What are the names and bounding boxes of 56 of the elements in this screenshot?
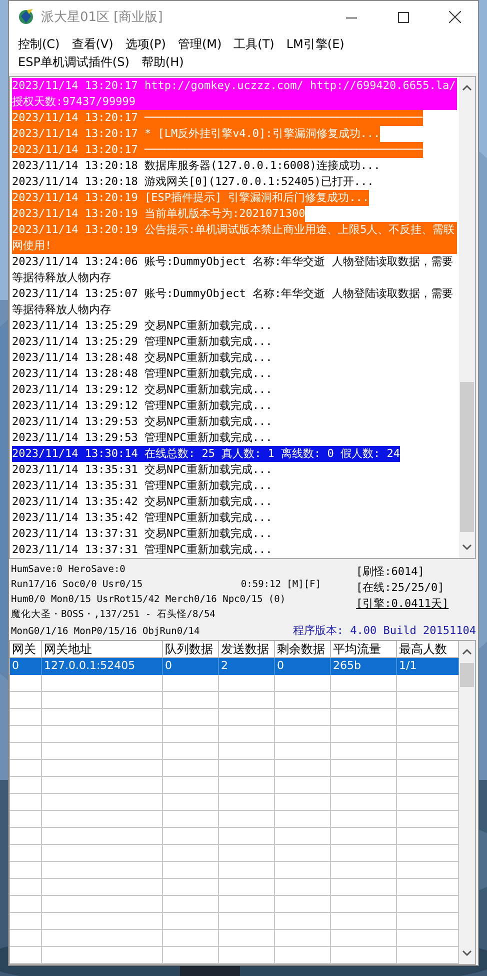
table-cell: 0 — [10, 658, 42, 675]
menu-item[interactable]: 管理(M) — [172, 35, 227, 53]
log-line: 2023/11/14 13:28:48 交易NPC重新加载完成... — [12, 350, 272, 366]
column-header[interactable]: 发送数据 — [219, 641, 275, 658]
menu-item[interactable]: LM引擎(E) — [281, 35, 350, 53]
menu-item[interactable]: ESP单机调试插件(S) — [13, 53, 134, 71]
column-header[interactable]: 网关地址 — [42, 641, 163, 658]
log-line: 2023/11/14 13:29:53 交易NPC重新加载完成... — [12, 414, 272, 430]
status-text: 魔化大圣・BOSS・,137/251 - 石头怪/8/54 — [11, 608, 216, 622]
log-line: 2023/11/14 13:29:12 交易NPC重新加载完成... — [12, 382, 272, 398]
table-cell: 1/1 — [397, 658, 459, 675]
menu-item[interactable]: 控制(C) — [13, 35, 65, 53]
window-title: 派大星01区 [商业版] — [41, 9, 164, 26]
maximize-icon — [398, 12, 408, 22]
counter-text: [刷怪:6014] — [356, 564, 424, 580]
version-text: 程序版本: 4.00 Build 20151104 — [292, 623, 476, 639]
log-line: 2023/11/14 13:29:12 管理NPC重新加载完成... — [12, 398, 272, 414]
scrollbar-thumb[interactable] — [460, 382, 474, 532]
column-header[interactable]: 最高人数 — [397, 641, 459, 658]
log-line: 2023/11/14 13:25:07 账号:DummyObject 名称:年华交逝 人物登陆读取数据，需要等据待释放人物内存 — [12, 286, 454, 318]
menu-item[interactable]: 查看(V) — [66, 35, 118, 53]
app-icon — [17, 8, 35, 26]
table-cell: 127.0.0.1:52405 — [42, 658, 163, 675]
log-line: 2023/11/14 13:37:31 交易NPC重新加载完成... — [12, 526, 272, 542]
status-text: Run17/16 Soc0/0 Usr0/15 — [11, 578, 143, 592]
table-cell: 0 — [275, 658, 331, 675]
column-header[interactable]: 网关 — [10, 641, 42, 658]
log-line: 2023/11/14 13:35:42 管理NPC重新加载完成... — [12, 510, 272, 526]
close-icon — [449, 11, 461, 23]
menu-item[interactable]: 帮助(H) — [136, 53, 189, 71]
log-line: 2023/11/14 13:35:31 交易NPC重新加载完成... — [12, 462, 272, 478]
table-cell: 2 — [219, 658, 275, 675]
table-cell: 265b — [331, 658, 397, 675]
log-line: 2023/11/14 13:20:18 游戏网关[0](127.0.0.1:52405)已打开... — [12, 174, 374, 190]
table-cell: 0 — [163, 658, 219, 675]
column-header[interactable]: 剩余数据 — [275, 641, 331, 658]
log-line: 2023/11/14 13:24:06 账号:DummyObject 名称:年华交逝 人物登陆读取数据，需要等据待释放人物内存 — [12, 254, 454, 286]
log-line: 2023/11/14 13:20:18 数据库服务器(127.0.0.1:6008)连接成功... — [12, 158, 380, 174]
menu-item[interactable]: 选项(P) — [120, 35, 171, 53]
counter-text: [引擎:0.0411天] — [356, 596, 449, 612]
scrollbar-thumb[interactable] — [460, 663, 474, 687]
log-line: 2023/11/14 13:29:53 管理NPC重新加载完成... — [12, 430, 272, 446]
status-text: MonG0/1/16 MonP0/15/16 ObjRun0/14 — [11, 625, 200, 639]
timer-text: 0:59:12 [M][F] — [240, 578, 321, 592]
counter-text: [在线:25/25/0] — [356, 580, 444, 596]
column-header[interactable]: 队列数据 — [163, 641, 219, 658]
menu-item[interactable]: 工具(T) — [228, 35, 280, 53]
log-line: 2023/11/14 13:25:29 交易NPC重新加载完成... — [12, 318, 272, 334]
status-text: Hum0/0 Mon0/15 UsrRot15/42 Merch0/16 Npc0/15 (0) — [11, 593, 287, 607]
log-line: 2023/11/14 13:25:29 管理NPC重新加载完成... — [12, 334, 272, 350]
log-line: 2023/11/14 13:35:42 交易NPC重新加载完成... — [12, 494, 272, 510]
status-text: HumSave:0 HeroSave:0 — [11, 563, 126, 577]
log-line: 2023/11/14 13:37:31 管理NPC重新加载完成... — [12, 542, 272, 558]
column-header[interactable]: 平均流量 — [331, 641, 397, 658]
log-line: 2023/11/14 13:35:31 管理NPC重新加载完成... — [12, 478, 272, 494]
log-line: 2023/11/14 13:28:48 管理NPC重新加载完成... — [12, 366, 272, 382]
